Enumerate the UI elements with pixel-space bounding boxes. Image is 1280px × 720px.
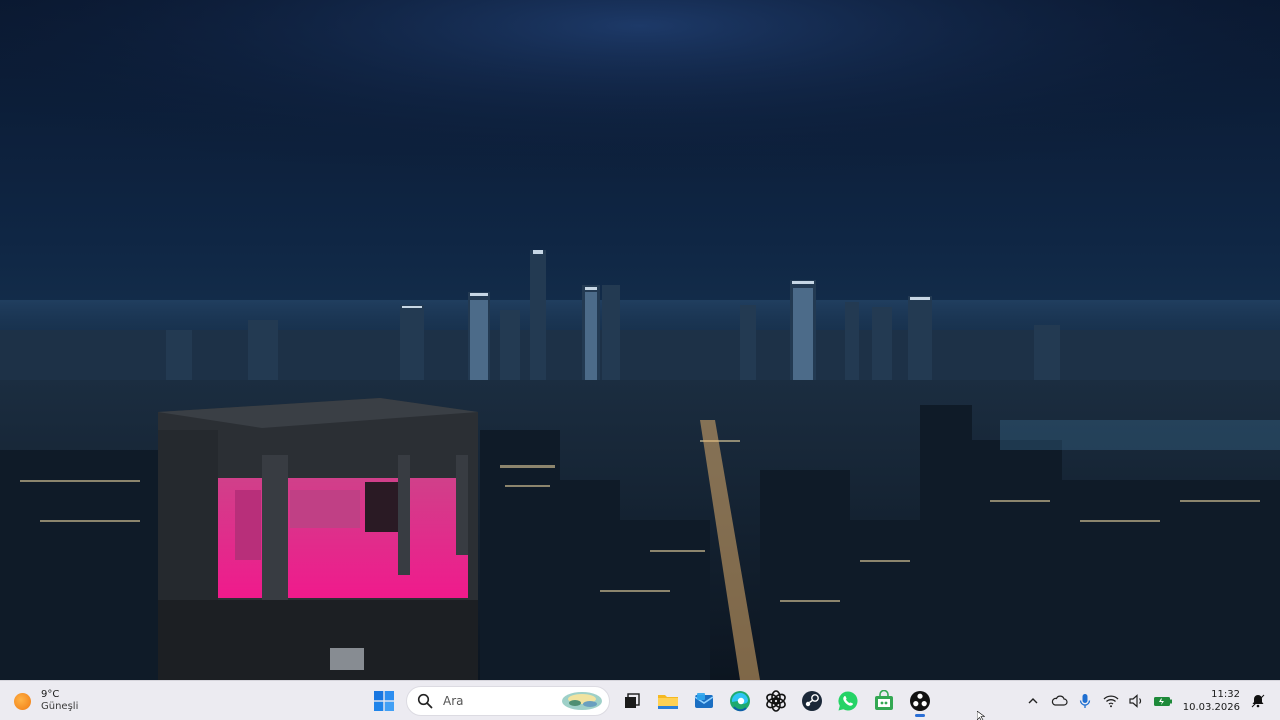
windows-start-icon: [374, 691, 394, 711]
battery-button[interactable]: [1151, 689, 1175, 713]
whatsapp-button[interactable]: [832, 685, 864, 717]
taskbar: 9°C Güneşli Ara 11:32 10.03.2026: [0, 680, 1280, 720]
desktop-wallpaper: [0, 0, 1280, 680]
weather-condition: Güneşli: [41, 701, 79, 712]
task-view-icon: [625, 693, 640, 708]
clock[interactable]: 11:32 10.03.2026: [1180, 688, 1240, 714]
chatgpt-icon: [766, 690, 786, 712]
edge-button[interactable]: [724, 685, 756, 717]
store-bag-icon: [875, 690, 893, 710]
system-tray: 11:32 10.03.2026: [1020, 681, 1280, 720]
task-view-button[interactable]: [616, 685, 648, 717]
notification-button[interactable]: [1246, 689, 1270, 713]
sun-icon: [14, 692, 31, 710]
weather-temperature: 9°C: [41, 689, 60, 700]
city-night-wallpaper: [0, 0, 1280, 680]
volume-button[interactable]: [1125, 689, 1149, 713]
microphone-button[interactable]: [1073, 689, 1097, 713]
steam-icon: [802, 691, 822, 711]
search-icon: [417, 693, 433, 709]
search-label: Ara: [443, 694, 464, 708]
microphone-icon: [1079, 694, 1091, 708]
whatsapp-icon: [838, 691, 858, 711]
obs-button[interactable]: [904, 685, 936, 717]
mail-icon: [694, 693, 714, 708]
mail-button[interactable]: [688, 685, 720, 717]
battery-icon: [1154, 697, 1172, 706]
taskbar-search[interactable]: Ara: [406, 686, 610, 716]
cloud-icon: [1051, 695, 1068, 706]
network-button[interactable]: [1099, 689, 1123, 713]
clock-date: 10.03.2026: [1182, 702, 1240, 713]
obs-icon: [910, 691, 930, 711]
steam-button[interactable]: [796, 685, 828, 717]
file-explorer-button[interactable]: [652, 685, 684, 717]
mouse-cursor-icon: [977, 711, 985, 720]
search-highlight-icon: [562, 692, 602, 710]
clock-time: 11:32: [1211, 689, 1240, 700]
start-button[interactable]: [368, 685, 400, 717]
chevron-up-icon: [1028, 698, 1038, 704]
taskbar-center: Ara: [366, 685, 938, 717]
onedrive-button[interactable]: [1047, 689, 1071, 713]
notification-bell-icon: [1251, 694, 1265, 708]
chatgpt-button[interactable]: [760, 685, 792, 717]
show-hidden-icons-button[interactable]: [1021, 689, 1045, 713]
folder-icon: [658, 695, 678, 709]
volume-icon: [1129, 694, 1142, 708]
wifi-icon: [1103, 695, 1119, 708]
weather-widget[interactable]: 9°C Güneşli: [14, 687, 104, 715]
edge-icon: [730, 691, 750, 712]
store-button[interactable]: [868, 685, 900, 717]
